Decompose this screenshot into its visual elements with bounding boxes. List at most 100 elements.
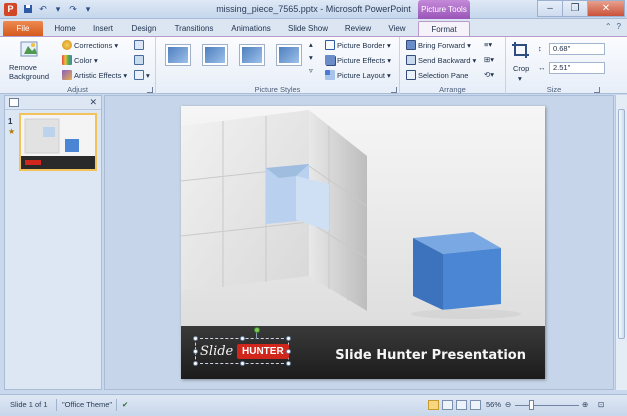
effects-icon [325, 55, 335, 65]
align-icon[interactable]: ≡▾ [484, 40, 492, 49]
zoom-level[interactable]: 56% [486, 400, 501, 409]
tab-insert[interactable]: Insert [86, 21, 120, 36]
logo-word-hunter: HUNTER [237, 344, 289, 359]
window-controls: – ❐ ✕ [537, 0, 625, 17]
picture-border-button[interactable]: Picture Border ▾ [325, 40, 391, 50]
height-field[interactable]: 0.68" [549, 43, 605, 55]
tab-format[interactable]: Format [418, 21, 470, 36]
artistic-effects-button[interactable]: Artistic Effects ▾ [62, 70, 127, 80]
minimize-ribbon-icon[interactable]: ⌃ [605, 22, 612, 31]
close-icon[interactable]: ✕ [89, 97, 97, 108]
picture-layout-label: Picture Layout [337, 70, 385, 80]
cube-illustration [181, 106, 545, 326]
tab-file[interactable]: File [3, 21, 43, 36]
chevron-down-icon[interactable]: ▾ [309, 53, 313, 62]
send-backward-button[interactable]: Send Backward ▾ [406, 55, 476, 65]
slide-canvas[interactable]: Slide HUNTER Slide Hunter Presentation [181, 106, 545, 379]
spell-check-icon[interactable]: ✔ [122, 400, 128, 409]
tab-view[interactable]: View [382, 21, 412, 36]
logo-picture[interactable]: Slide HUNTER [193, 327, 291, 366]
dialog-launcher-icon[interactable] [594, 87, 600, 93]
title-bar: P ↶ ▾ ↷ ▾ missing_piece_7565.pptx - Micr… [0, 0, 627, 19]
bring-forward-label: Bring Forward [418, 40, 466, 50]
reading-view-icon[interactable] [456, 400, 467, 410]
picture-style-2[interactable] [202, 44, 228, 66]
bring-forward-button[interactable]: Bring Forward ▾ [406, 40, 471, 50]
slide-thumbnail[interactable] [19, 113, 97, 171]
remove-background-label-2[interactable]: Background [9, 72, 49, 81]
chevron-down-icon: ▾ [387, 55, 391, 65]
group-objects-icon[interactable]: ⊞▾ [484, 55, 494, 64]
restore-icon[interactable]: ❐ [562, 0, 588, 17]
chevron-down-icon: ▾ [93, 55, 98, 65]
crop-label[interactable]: Crop [513, 64, 529, 73]
tab-slide-show[interactable]: Slide Show [284, 21, 332, 36]
selection-pane-button[interactable]: Selection Pane [406, 70, 468, 80]
resize-handle-s[interactable] [240, 361, 245, 366]
picture-style-1[interactable] [165, 44, 191, 66]
crop-icon[interactable] [510, 40, 532, 60]
zoom-slider-handle[interactable] [529, 400, 534, 410]
picture-style-3[interactable] [239, 44, 265, 66]
corrections-button[interactable]: Corrections ▾ [62, 40, 118, 50]
close-icon[interactable]: ✕ [587, 0, 625, 17]
picture-style-4[interactable] [276, 44, 302, 66]
compress-pictures-icon[interactable] [134, 40, 144, 50]
dialog-launcher-icon[interactable] [147, 87, 153, 93]
scroll-thumb[interactable] [618, 109, 625, 339]
reset-picture-icon[interactable]: ▾ [134, 70, 150, 80]
tab-transitions[interactable]: Transitions [168, 21, 220, 36]
slide-footer-bar: Slide HUNTER Slide Hunter Presentation [181, 326, 545, 379]
brush-icon [62, 70, 72, 80]
zoom-out-icon[interactable]: ⊖ [505, 400, 511, 409]
group-label-size: Size [546, 85, 562, 94]
width-icon: ↔ [538, 63, 546, 72]
fit-to-window-icon[interactable]: ⊡ [598, 400, 604, 409]
group-arrange: Bring Forward ▾ Send Backward ▾ Selection … [400, 37, 506, 95]
resize-handle-nw[interactable] [193, 336, 198, 341]
selection-pane-icon [406, 70, 416, 80]
gallery-more-icon[interactable]: ▿ [309, 66, 313, 75]
picture-layout-button[interactable]: Picture Layout ▾ [325, 70, 391, 80]
window-title: missing_piece_7565.pptx - Microsoft Powe… [216, 4, 411, 14]
chevron-down-icon: ▾ [114, 40, 119, 50]
chevron-down-icon[interactable]: ▾ [518, 74, 522, 83]
change-picture-icon[interactable] [134, 55, 144, 65]
presentation-title[interactable]: Slide Hunter Presentation [335, 348, 526, 363]
tab-review[interactable]: Review [340, 21, 376, 36]
resize-handle-w[interactable] [193, 349, 198, 354]
gallery-scroll[interactable]: ▴ ▾ ▿ [309, 40, 313, 75]
logo-word-slide: Slide [200, 344, 234, 359]
zoom-in-icon[interactable]: ⊕ [582, 400, 588, 409]
vertical-scrollbar[interactable] [615, 95, 627, 390]
resize-handle-sw[interactable] [193, 361, 198, 366]
send-backward-icon [406, 55, 416, 65]
tab-animations[interactable]: Animations [226, 21, 276, 36]
resize-handle-se[interactable] [286, 361, 291, 366]
remove-background-icon[interactable] [18, 40, 40, 60]
rotation-connector [256, 332, 257, 339]
bring-forward-icon [406, 40, 416, 50]
picture-effects-button[interactable]: Picture Effects ▾ [325, 55, 391, 65]
color-button[interactable]: Color ▾ [62, 55, 98, 65]
resize-handle-e[interactable] [286, 349, 291, 354]
remove-background-label-1[interactable]: Remove [9, 63, 37, 72]
zoom-slider[interactable] [515, 405, 579, 406]
rotation-handle[interactable] [254, 327, 260, 333]
width-field[interactable]: 2.51" [549, 62, 605, 74]
resize-handle-ne[interactable] [286, 336, 291, 341]
minimize-icon[interactable]: – [537, 0, 563, 17]
slide-sorter-icon[interactable] [442, 400, 453, 410]
resize-handle-n[interactable] [240, 336, 245, 341]
chevron-up-icon[interactable]: ▴ [309, 40, 313, 49]
rotate-icon[interactable]: ⟲▾ [484, 70, 494, 79]
tab-home[interactable]: Home [48, 21, 82, 36]
group-picture-styles: ▴ ▾ ▿ Picture Border ▾ Picture Effects ▾ P… [156, 37, 400, 95]
slide-show-icon[interactable] [470, 400, 481, 410]
slides-tab[interactable] [9, 98, 19, 107]
normal-view-icon[interactable] [428, 400, 439, 410]
send-backward-label: Send Backward [418, 55, 471, 65]
dialog-launcher-icon[interactable] [391, 87, 397, 93]
help-icon[interactable]: ? [617, 22, 621, 31]
tab-design[interactable]: Design [126, 21, 162, 36]
